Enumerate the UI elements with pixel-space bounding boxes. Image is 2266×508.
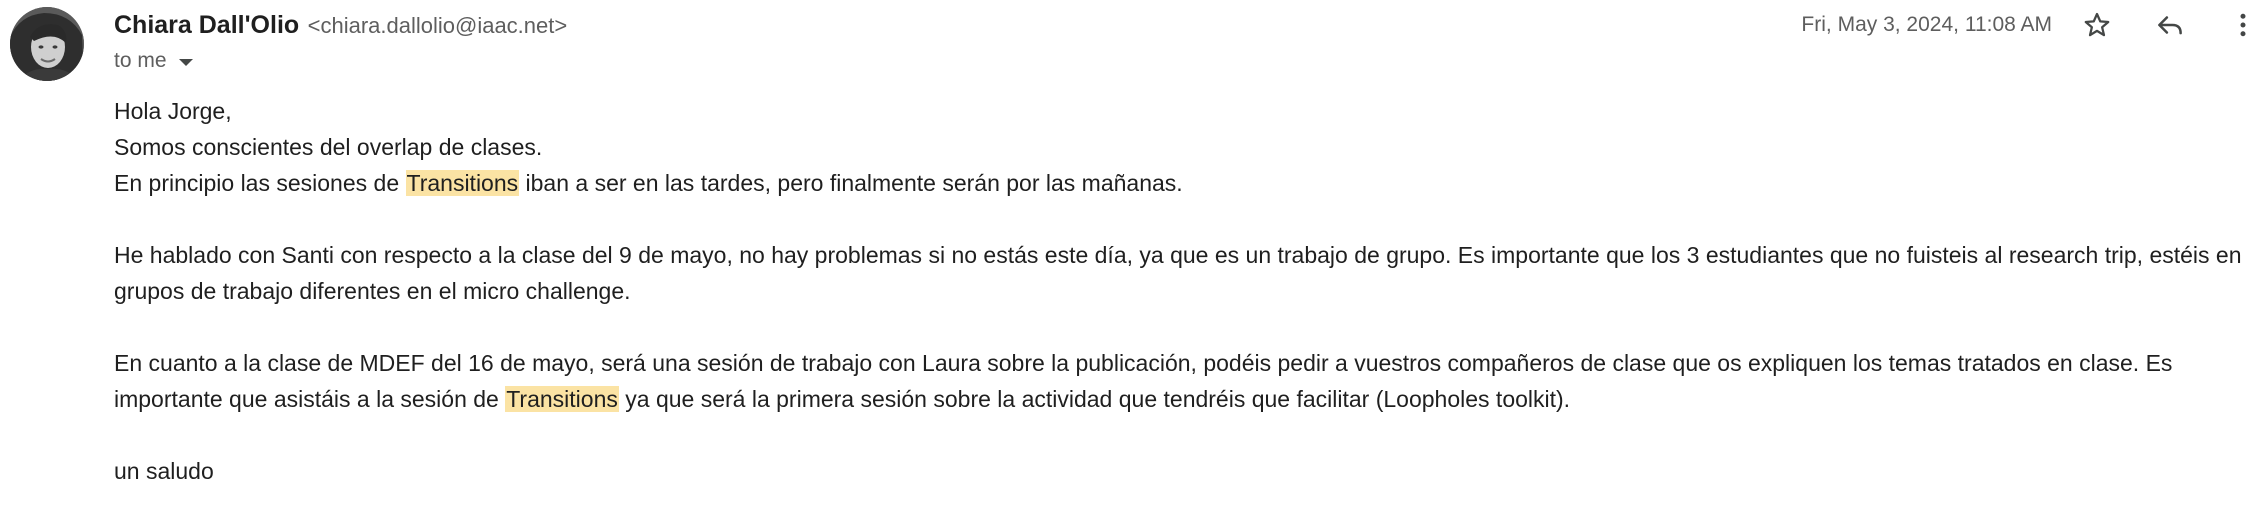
star-icon: [2084, 12, 2110, 37]
greeting: Hola Jorge,: [114, 98, 232, 124]
body-text: En principio las sesiones de: [114, 170, 406, 196]
recipient-details-toggle[interactable]: to me: [114, 44, 193, 78]
closing: un saludo: [114, 458, 214, 484]
recipient-label: to me: [114, 49, 167, 72]
body-paragraph-2: He hablado con Santi con respecto a la c…: [114, 242, 2242, 304]
sender-avatar[interactable]: [10, 7, 84, 81]
search-highlight: Transitions: [405, 170, 520, 196]
message-body: Hola Jorge, Somos conscientes del overla…: [114, 93, 2254, 489]
body-paragraph-3: En cuanto a la clase de MDEF del 16 de m…: [114, 345, 2254, 417]
sender-email: <chiara.dallolio@iaac.net>: [307, 13, 568, 38]
more-vert-icon: [2240, 13, 2246, 37]
avatar-photo: [10, 7, 84, 81]
sender-line: Chiara Dall'Olio <chiara.dallolio@iaac.n…: [114, 8, 567, 46]
search-highlight: Transitions: [505, 386, 619, 412]
sender-name[interactable]: Chiara Dall'Olio: [114, 11, 299, 39]
star-button[interactable]: [2078, 6, 2116, 44]
body-line-2: En principio las sesiones de Transitions…: [114, 165, 2254, 201]
body-text: iban a ser en las tardes, pero finalment…: [519, 170, 1183, 196]
body-line-1: Somos conscientes del overlap de clases.: [114, 134, 543, 160]
reply-icon: [2158, 16, 2182, 35]
reply-button[interactable]: [2151, 6, 2189, 44]
message-date: Fri, May 3, 2024, 11:08 AM: [1801, 13, 2052, 36]
chevron-down-icon[interactable]: [178, 59, 193, 66]
body-text: ya que será la primera sesión sobre la a…: [618, 386, 1571, 412]
more-options-button[interactable]: [2224, 6, 2262, 44]
